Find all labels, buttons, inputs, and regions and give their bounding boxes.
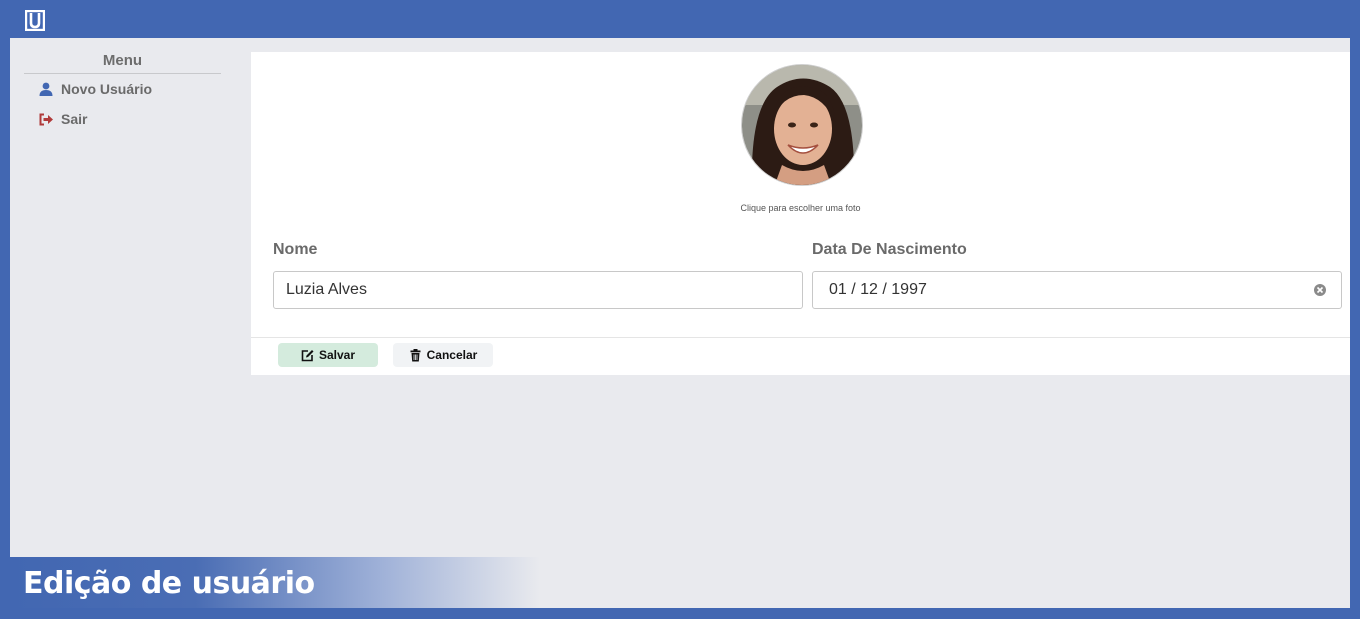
edit-icon — [301, 349, 314, 361]
sidebar-item-label: Novo Usuário — [61, 81, 153, 97]
avatar-image — [742, 65, 862, 185]
trash-icon — [410, 348, 421, 361]
save-button[interactable]: Salvar — [278, 343, 378, 367]
name-field[interactable] — [273, 271, 803, 309]
birth-date-field[interactable]: 01 / 12 / 1997 — [812, 271, 1342, 309]
sidebar-title: Menu — [24, 52, 221, 74]
sidebar-item-sair[interactable]: Sair — [38, 104, 221, 134]
name-input[interactable] — [286, 281, 802, 299]
divider — [251, 337, 1350, 338]
name-label: Nome — [273, 241, 318, 258]
u-logo-icon[interactable] — [25, 10, 45, 31]
main-frame: Menu Novo Usuário Sair Clique para escol… — [10, 38, 1350, 608]
save-button-label: Salvar — [318, 348, 356, 362]
caption-banner: Edição de usuário — [10, 557, 540, 608]
photo-hint[interactable]: Clique para escolher uma foto — [251, 203, 1350, 213]
cancel-button[interactable]: Cancelar — [393, 343, 493, 367]
sidebar-item-label: Sair — [61, 111, 88, 127]
cancel-button-label: Cancelar — [426, 348, 478, 362]
clear-icon[interactable] — [1313, 283, 1327, 297]
avatar-photo[interactable] — [741, 64, 863, 186]
top-bar — [0, 0, 1360, 38]
edit-user-panel: Clique para escolher uma foto Nome Data … — [251, 52, 1350, 375]
birth-date-label: Data De Nascimento — [812, 241, 967, 258]
birth-date-value[interactable]: 01 / 12 / 1997 — [829, 281, 927, 299]
sidebar: Menu Novo Usuário Sair — [24, 52, 221, 134]
sign-out-icon — [38, 111, 54, 127]
user-icon — [38, 81, 54, 97]
caption-text: Edição de usuário — [23, 566, 315, 601]
sidebar-item-novo-usuario[interactable]: Novo Usuário — [38, 74, 221, 104]
